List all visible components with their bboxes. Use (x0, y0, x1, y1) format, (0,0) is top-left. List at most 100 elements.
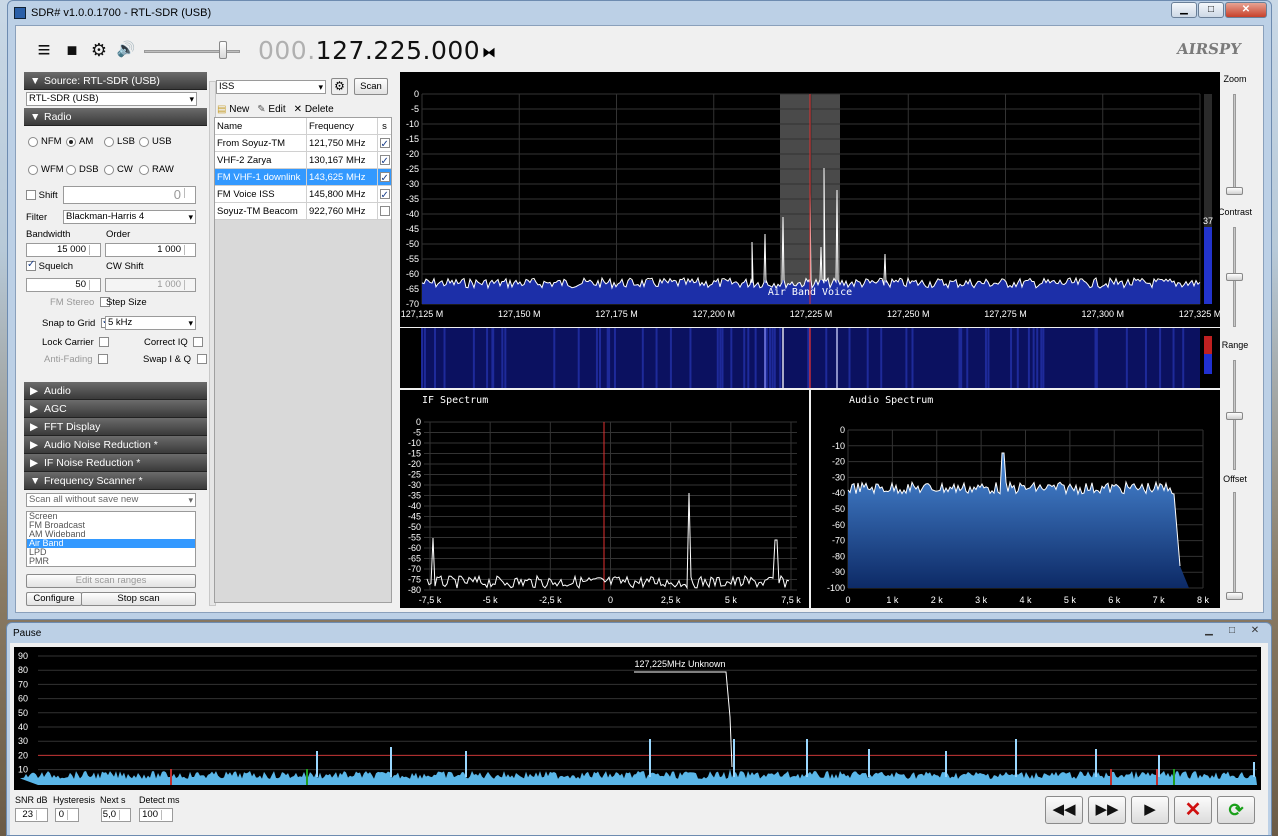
row-scan-checkbox[interactable] (378, 169, 391, 187)
section-audio-noise-reduction[interactable]: ▶ Audio Noise Reduction * (24, 436, 207, 454)
offset-slider-knob[interactable] (1226, 592, 1243, 600)
radio-header[interactable]: ▼ Radio (24, 108, 207, 126)
col-frequency[interactable]: Frequency (307, 118, 378, 134)
zoom-slider-knob[interactable] (1226, 187, 1243, 195)
main-spectrum[interactable]: 0 -5 -10 -15 -20 -25 -30 -35 -40 -45 -50 -55 -60 -65 -… (400, 72, 1222, 327)
mode-am[interactable]: AM (66, 136, 93, 147)
if-spectrum-plot[interactable]: IF Spectrum0-5-10-15-20-25-30-35-40-45-5… (400, 390, 809, 608)
scanner-maximize-button[interactable]: □ (1222, 625, 1242, 638)
edit-scan-ranges-button[interactable]: Edit scan ranges (26, 574, 196, 588)
table-row[interactable]: FM VHF-1 downlink 143,625 MHz (215, 169, 391, 187)
detect-input[interactable]: 100 (139, 808, 173, 822)
gear-icon[interactable]: ⚙ (89, 40, 109, 60)
section-audio[interactable]: ▶ Audio (24, 382, 207, 400)
list-item[interactable]: PMR (27, 557, 195, 566)
mode-nfm[interactable]: NFM (28, 136, 62, 147)
range-slider-knob[interactable] (1226, 412, 1243, 420)
contrast-slider-knob[interactable] (1226, 273, 1243, 281)
main-spectrum-plot[interactable]: 0 -5 -10 -15 -20 -25 -30 -35 -40 -45 -50 -55 -60 -65 -… (400, 72, 1222, 327)
col-scan[interactable]: s (378, 118, 391, 134)
scan-forward-button[interactable]: ▶▶ (1088, 796, 1126, 824)
table-row[interactable]: VHF-2 Zarya 130,167 MHz (215, 152, 391, 170)
scan-button[interactable]: Scan (354, 78, 388, 95)
title-bar[interactable]: SDR# v1.0.0.1700 - RTL-SDR (USB) ▁ □ ✕ (8, 1, 1271, 25)
source-select[interactable]: RTL-SDR (USB) (26, 92, 197, 106)
snap-checkbox[interactable]: Snap to Grid (42, 316, 111, 329)
stop-scan-button[interactable]: Stop scan (81, 592, 196, 606)
stop-icon[interactable]: ■ (62, 40, 82, 60)
source-header[interactable]: ▼ Source: RTL-SDR (USB) (24, 72, 207, 90)
delete-button[interactable]: ✕ Delete (294, 104, 334, 115)
scan-stop-button[interactable]: ✕ (1174, 796, 1212, 824)
scan-ranges-list[interactable]: Screen FM Broadcast AM Wideband Air Band… (26, 511, 196, 567)
mode-dsb[interactable]: DSB (66, 164, 99, 175)
menu-icon[interactable]: ≡ (34, 39, 54, 61)
scanner-spectrum[interactable]: 90 80 70 60 50 40 30 20 10 127,225MHz Unknown (14, 647, 1261, 790)
speaker-icon[interactable]: 🔊 (116, 40, 136, 60)
edit-button[interactable]: ✎ Edit (257, 104, 285, 115)
gear-icon[interactable]: ⚙ (331, 78, 348, 95)
squelch-checkbox[interactable]: Squelch (26, 259, 73, 272)
filter-select[interactable]: Blackman-Harris 4 (63, 210, 196, 224)
section-frequency-scanner[interactable]: ▼ Frequency Scanner * (24, 472, 207, 490)
mode-cw[interactable]: CW (104, 164, 133, 175)
scanner-close-button[interactable]: ✕ (1245, 625, 1265, 638)
close-button[interactable]: ✕ (1225, 2, 1267, 18)
row-scan-checkbox[interactable] (378, 186, 391, 204)
if-spectrum[interactable]: IF Spectrum 0 -5 -10 -15 -20 -25 -30 -35 -40 -45 -5… (400, 390, 809, 608)
row-scan-checkbox[interactable] (378, 135, 391, 153)
cwshift-input[interactable]: 1 000 (105, 278, 196, 292)
section-if-noise-reduction[interactable]: ▶ IF Noise Reduction * (24, 454, 207, 472)
scanner-minimize-button[interactable]: ▁ (1199, 625, 1219, 638)
scan-play-button[interactable]: ▶ (1131, 796, 1169, 824)
section-fft-display[interactable]: ▶ FFT Display (24, 418, 207, 436)
frequency-value[interactable]: 127.225.000 (316, 36, 481, 65)
squelch-input[interactable]: 50 (26, 278, 101, 292)
row-scan-checkbox[interactable] (378, 152, 391, 170)
swapiq-checkbox[interactable]: Swap I & Q (143, 354, 207, 365)
y-tick-label: -30 (406, 179, 419, 189)
zoom-slider[interactable] (1233, 94, 1236, 194)
shift-value[interactable]: 0 (63, 186, 196, 204)
group-select[interactable]: ISS (216, 80, 326, 94)
tuning-icon[interactable]: ⧓ (482, 44, 496, 61)
list-item[interactable]: Air Band (27, 539, 195, 548)
table-row[interactable]: From Soyuz-TM 121,750 MHz (215, 135, 391, 153)
waterfall[interactable] (400, 328, 1220, 388)
bandwidth-input[interactable]: 15 000 (26, 243, 101, 257)
maximize-button[interactable]: □ (1198, 2, 1224, 18)
stepsize-select[interactable]: 5 kHz (105, 316, 196, 330)
antifading-checkbox[interactable]: Anti-Fading (44, 354, 109, 365)
configure-button[interactable]: Configure (26, 592, 82, 606)
waterfall-plot[interactable] (400, 328, 1220, 388)
col-name[interactable]: Name (215, 118, 307, 134)
frequency-display[interactable]: 000.127.225.000 (258, 36, 480, 65)
scan-back-button[interactable]: ◀◀ (1045, 796, 1083, 824)
audio-spectrum[interactable]: Audio Spectrum 0 -10 -20 -30 -40 -50 -60 -70 -80 -… (811, 390, 1220, 608)
row-scan-checkbox[interactable] (378, 203, 391, 219)
offset-slider[interactable] (1233, 492, 1236, 600)
mode-raw[interactable]: RAW (139, 164, 174, 175)
shift-checkbox[interactable]: Shift (26, 190, 58, 201)
scan-refresh-button[interactable]: ⟳ (1217, 796, 1255, 824)
new-button[interactable]: ▤ New (217, 104, 249, 115)
snr-input[interactable]: 23 (15, 808, 48, 822)
mode-wfm[interactable]: WFM (28, 164, 64, 175)
mode-lsb[interactable]: LSB (104, 136, 135, 147)
table-row[interactable]: Soyuz-TM Beacom 922,760 MHz (215, 203, 391, 220)
lockcarrier-checkbox[interactable]: Lock Carrier (42, 337, 110, 348)
section-agc[interactable]: ▶ AGC (24, 400, 207, 418)
hysteresis-input[interactable]: 0 (55, 808, 79, 822)
mode-usb[interactable]: USB (139, 136, 172, 147)
correctiq-checkbox[interactable]: Correct IQ (144, 337, 204, 348)
minimize-button[interactable]: ▁ (1171, 2, 1197, 18)
audio-spectrum-plot[interactable]: Audio Spectrum 0 -10 -20 -30 -40 -50 -60 -70 -80 -… (811, 390, 1220, 608)
table-row[interactable]: FM Voice ISS 145,800 MHz (215, 186, 391, 204)
fmstereo-checkbox[interactable]: FM Stereo (50, 297, 110, 308)
order-input[interactable]: 1 000 (105, 243, 196, 257)
list-item[interactable]: LPD (27, 548, 195, 557)
volume-slider-knob[interactable] (219, 41, 227, 59)
scan-mode-select[interactable]: Scan all without save new (26, 493, 196, 507)
next-input[interactable]: 5,0 (101, 808, 131, 822)
scanner-spectrum-plot[interactable]: 90 80 70 60 50 40 30 20 10 127,225MHz Unknown (14, 647, 1261, 790)
